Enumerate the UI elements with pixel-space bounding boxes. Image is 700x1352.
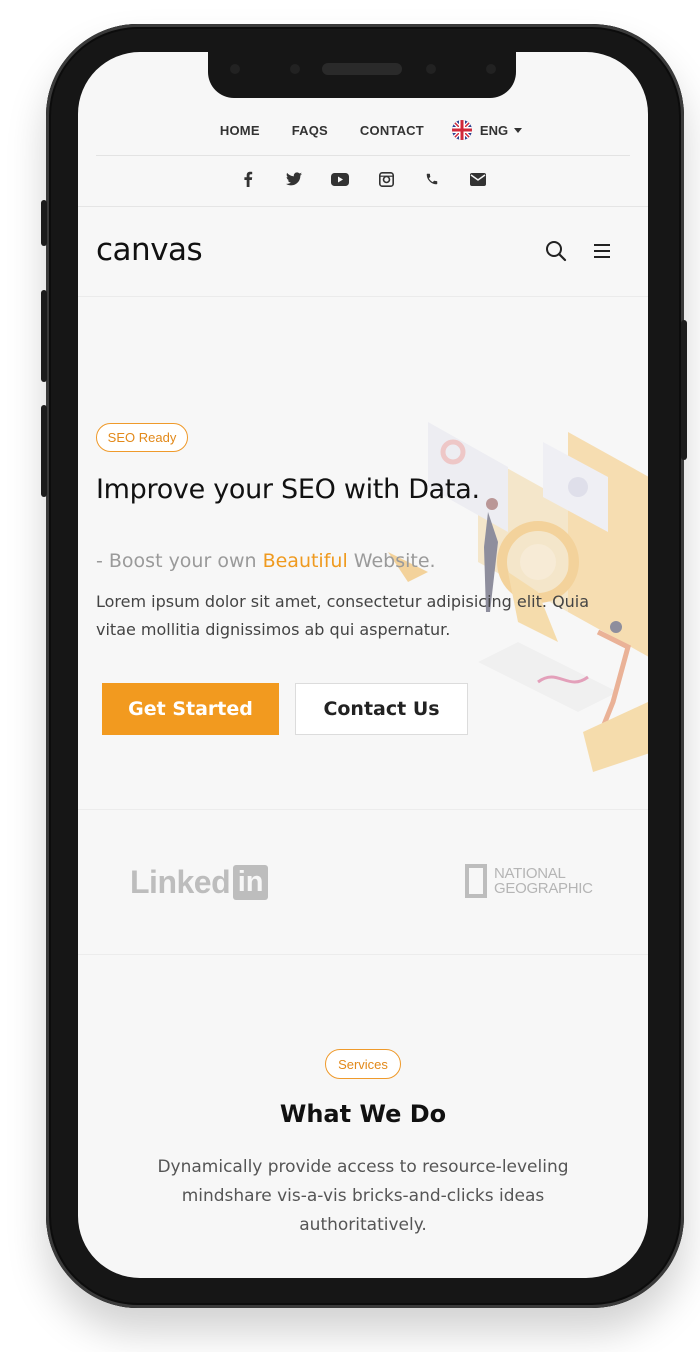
nav-link-home[interactable]: HOME (220, 123, 260, 138)
natgeo-line2: GEOGRAPHIC (494, 880, 593, 897)
volume-down-button (41, 405, 47, 497)
social-icons (78, 169, 648, 191)
top-navigation: HOME FAQS CONTACT ENG (78, 118, 648, 142)
phone-icon[interactable] (422, 169, 442, 189)
contact-us-button[interactable]: Contact Us (295, 683, 468, 735)
sensor-dot (486, 64, 496, 74)
services-description: Dynamically provide access to resource-l… (157, 1157, 569, 1235)
linkedin-box: in (233, 865, 269, 900)
front-camera (426, 64, 436, 74)
divider (78, 954, 648, 955)
nav-link-faqs[interactable]: FAQS (292, 123, 328, 138)
sensor-dot (230, 64, 240, 74)
subtitle-suffix: Website. (347, 550, 436, 572)
national-geographic-logo: NATIONAL GEOGRAPHIC (465, 864, 593, 898)
hero-title: Improve your SEO with Data. (96, 474, 480, 505)
services-title: What We Do (279, 1100, 447, 1128)
natgeo-frame-icon (465, 864, 487, 898)
language-selector[interactable]: ENG (451, 120, 523, 140)
twitter-icon[interactable] (284, 169, 304, 189)
divider (96, 155, 630, 156)
nav-link-contact[interactable]: CONTACT (360, 123, 424, 138)
volume-up-button (41, 290, 47, 382)
seo-ready-badge: SEO Ready (96, 423, 188, 452)
subtitle-highlight: Beautiful (262, 550, 348, 572)
divider (78, 809, 648, 810)
language-label: ENG (479, 122, 509, 138)
sensor-dot (290, 64, 300, 74)
hero-description: Lorem ipsum dolor sit amet, consectetur … (96, 592, 590, 639)
facebook-icon[interactable] (238, 169, 258, 189)
get-started-button[interactable]: Get Started (102, 683, 279, 735)
divider (78, 206, 648, 207)
mute-switch (41, 200, 47, 246)
divider (78, 296, 648, 297)
chevron-down-icon (514, 127, 523, 133)
email-icon[interactable] (468, 169, 488, 189)
menu-icon[interactable] (591, 240, 613, 262)
linkedin-wordmark: Linked (130, 864, 231, 900)
earpiece-speaker (322, 63, 402, 75)
search-icon[interactable] (545, 240, 567, 262)
power-button (681, 320, 687, 460)
instagram-icon[interactable] (376, 169, 396, 189)
youtube-icon[interactable] (330, 169, 350, 189)
phone-screen: HOME FAQS CONTACT ENG canvas SEO Ready I… (78, 52, 648, 1278)
services-badge: Services (325, 1049, 401, 1079)
hero-subtitle: - Boost your own Beautiful Website. (96, 550, 436, 572)
natgeo-wordmark: NATIONAL GEOGRAPHIC (494, 866, 593, 896)
phone-notch (208, 52, 516, 98)
linkedin-logo: Linked in (130, 864, 269, 901)
uk-flag-icon (451, 120, 472, 140)
site-logo[interactable]: canvas (96, 232, 203, 268)
subtitle-prefix: - Boost your own (96, 550, 263, 572)
